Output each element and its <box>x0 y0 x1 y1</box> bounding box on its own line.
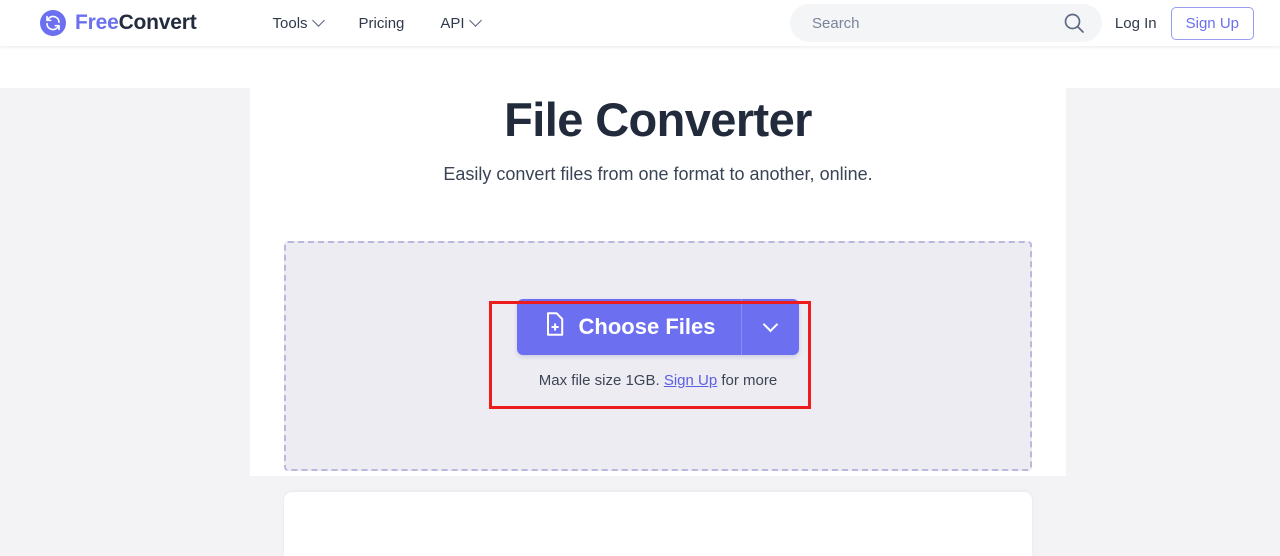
nav-item-api[interactable]: API <box>440 13 482 32</box>
max-file-size-signup-link[interactable]: Sign Up <box>664 372 717 389</box>
search-input[interactable] <box>812 14 1062 32</box>
max-file-size-note: Max file size 1GB. Sign Up for more <box>539 372 777 389</box>
choose-files-group: Choose Files <box>516 299 800 355</box>
nav-item-tools[interactable]: Tools <box>272 13 325 32</box>
page-root: FreeConvert Tools Pricing API Search Log… <box>0 0 1280 556</box>
brand-logo[interactable]: FreeConvert <box>40 10 197 36</box>
search-icon[interactable] <box>1062 11 1086 35</box>
max-file-size-prefix: Max file size 1GB. <box>538 372 660 389</box>
page-title: File Converter <box>504 93 812 146</box>
brand-wordmark: FreeConvert <box>75 11 197 35</box>
login-link[interactable]: Log In <box>1115 15 1157 32</box>
sync-circle-icon <box>40 10 66 36</box>
nav-item-pricing-label: Pricing <box>358 14 405 32</box>
dropzone-cta: Choose Files Max file size 1GB. Sign Up … <box>286 299 1030 389</box>
search-box[interactable] <box>790 4 1102 42</box>
chevron-down-icon <box>468 13 482 27</box>
auth-actions: Log In Sign Up <box>1115 0 1254 46</box>
chevron-down-icon <box>763 316 779 332</box>
brand-word-free: Free <box>75 11 119 34</box>
file-plus-icon <box>543 311 567 343</box>
chevron-down-icon <box>311 13 325 27</box>
page-subtitle: Easily convert files from one format to … <box>443 164 873 185</box>
file-dropzone[interactable]: Choose Files Max file size 1GB. Sign Up … <box>284 241 1032 471</box>
max-file-size-suffix: for more <box>721 372 778 389</box>
nav-item-pricing[interactable]: Pricing <box>359 15 405 32</box>
nav-item-tools-label: Tools <box>272 14 308 32</box>
main-nav: Tools Pricing API <box>272 13 482 32</box>
left-gutter <box>0 88 250 556</box>
nav-item-api-label: API <box>440 14 465 32</box>
signup-button[interactable]: Sign Up <box>1170 6 1254 40</box>
choose-files-label: Choose Files <box>578 314 716 339</box>
choose-files-button[interactable]: Choose Files <box>516 299 742 355</box>
site-header: FreeConvert Tools Pricing API Search Log… <box>0 0 1280 46</box>
right-gutter <box>1066 88 1280 556</box>
bottom-card <box>284 492 1032 556</box>
choose-files-dropdown-button[interactable] <box>742 299 800 355</box>
brand-word-convert: Convert <box>118 11 197 34</box>
